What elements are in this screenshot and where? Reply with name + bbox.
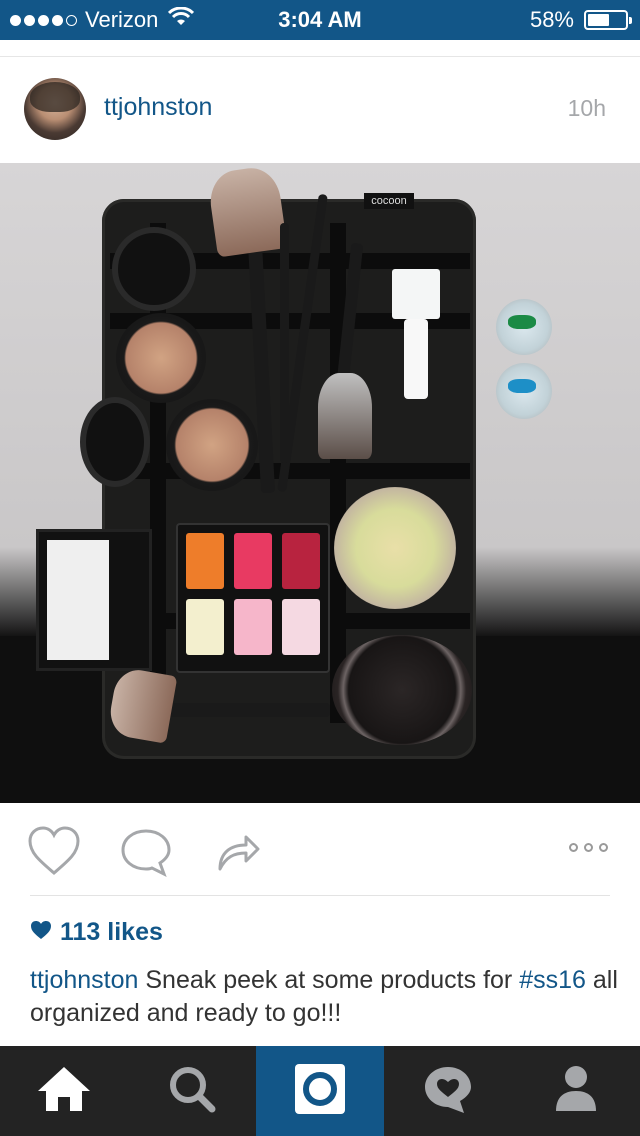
tab-bar [0,1046,640,1136]
battery-icon [584,10,632,30]
likes-label: 113 likes [60,918,163,946]
caption-username[interactable]: ttjohnston [30,966,138,994]
battery-percent: 58% [529,7,574,32]
home-icon [34,1063,94,1120]
comment-bubble-icon[interactable] [120,827,172,882]
tab-home[interactable] [0,1046,128,1136]
likes-count[interactable]: 113 likes [30,918,163,947]
nav-strip [0,40,640,57]
post-timestamp: 10h [567,95,606,121]
profile-icon [552,1063,600,1120]
activity-icon [422,1063,474,1120]
post-username[interactable]: ttjohnston [104,93,212,122]
photo-palette [176,523,330,673]
tab-search[interactable] [128,1046,256,1136]
tab-camera[interactable] [256,1046,384,1136]
post-actions [0,803,640,895]
caption-hashtag[interactable]: #ss16 [519,966,586,994]
search-icon [166,1063,218,1120]
caption-text: Sneak peek at some products for [145,966,513,994]
tab-activity[interactable] [384,1046,512,1136]
status-bar: Verizon 3:04 AM 58% [0,0,640,40]
divider [30,895,610,896]
post-photo[interactable]: cocoon [0,163,640,803]
status-right: 58% [529,7,632,33]
share-arrow-icon[interactable] [216,827,262,878]
post-caption: ttjohnston Sneak peek at some products f… [30,964,620,1030]
like-heart-icon[interactable] [26,825,82,882]
avatar[interactable] [24,78,86,140]
camera-icon [293,1062,347,1121]
photo-brand-label: cocoon [364,193,414,209]
tab-profile[interactable] [512,1046,640,1136]
more-options-icon[interactable] [569,843,608,852]
likes-heart-icon [30,918,52,947]
post-header: ttjohnston 10h [0,57,640,163]
